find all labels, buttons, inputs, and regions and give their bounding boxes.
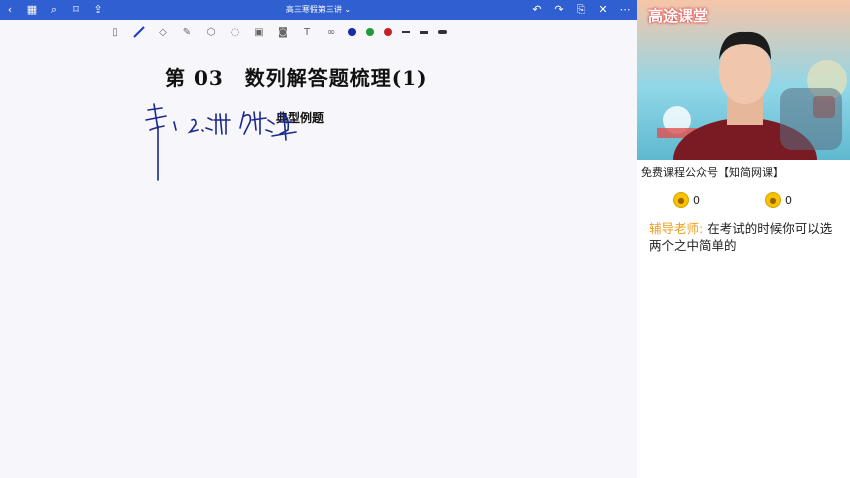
chat-author: 辅导老师: <box>649 221 704 236</box>
close-icon[interactable]: ✕ <box>597 4 609 16</box>
chevron-down-icon: ⌄ <box>344 5 352 14</box>
image-icon[interactable]: ▣ <box>252 25 266 39</box>
text-icon[interactable]: T <box>300 25 314 39</box>
camera-icon[interactable]: ◙ <box>276 25 290 39</box>
coin-icon: ● <box>673 192 689 208</box>
chat-message: 辅导老师: 在考试的时候你可以选两个之中简单的 <box>649 220 839 254</box>
highlighter-icon[interactable]: ✎ <box>180 25 194 39</box>
coin-count: 0 <box>693 193 700 207</box>
color-green-swatch[interactable] <box>366 28 374 36</box>
lasso-icon[interactable]: ◌ <box>228 25 242 39</box>
floating-control-button[interactable] <box>780 88 842 150</box>
share-icon[interactable]: ⇪ <box>92 4 104 16</box>
export-icon[interactable]: ⎘ <box>575 4 587 16</box>
link-icon[interactable]: ∞ <box>324 25 338 39</box>
coin-counter-left: ● 0 <box>673 192 700 208</box>
search-icon[interactable]: ⌕ <box>48 4 60 16</box>
back-icon[interactable]: ‹ <box>4 4 16 16</box>
redo-icon[interactable]: ↷ <box>553 4 565 16</box>
drawing-toolbar: ▯ ◇ ✎ ⬡ ◌ ▣ ◙ T ∞ <box>108 24 447 40</box>
bookmark-icon[interactable]: ⌑ <box>70 4 82 16</box>
handwriting-annotation <box>145 103 297 181</box>
stroke-thick-option[interactable] <box>438 30 447 34</box>
shapes-icon[interactable]: ⬡ <box>204 25 218 39</box>
color-red-swatch[interactable] <box>384 28 392 36</box>
lecture-heading: 第 03 数列解答题梳理(1) <box>165 66 428 90</box>
top-bar: ‹ ▦ ⌕ ⌑ ⇪ 高三寒假第三讲 ⌄ ↶ ↷ ⎘ ✕ ⋯ <box>0 0 637 20</box>
promo-banner: 免费课程公众号【知简网课】 <box>641 166 784 179</box>
grid-icon[interactable]: ▦ <box>26 4 38 16</box>
document-title-text: 高三寒假第三讲 <box>285 5 342 14</box>
stroke-thin-option[interactable] <box>402 31 410 33</box>
eraser-icon[interactable]: ◇ <box>156 25 170 39</box>
top-bar-right: ↶ ↷ ⎘ ✕ ⋯ <box>531 0 631 20</box>
coin-counter-right: ● 0 <box>765 192 792 208</box>
brand-logo: 高途课堂 <box>648 7 709 25</box>
undo-icon[interactable]: ↶ <box>531 4 543 16</box>
stroke-medium-option[interactable] <box>420 30 428 34</box>
top-bar-left: ‹ ▦ ⌕ ⌑ ⇪ <box>4 0 104 20</box>
pen-icon[interactable] <box>132 25 146 39</box>
coin-icon: ● <box>765 192 781 208</box>
color-blue-swatch[interactable] <box>348 28 356 36</box>
coin-count: 0 <box>785 193 792 207</box>
reader-mode-icon[interactable]: ▯ <box>108 25 122 39</box>
side-panel: 免费课程公众号【知简网课】 ● 0 ● 0 辅导老师: 在考试的时候你可以选两个… <box>637 160 850 478</box>
more-icon[interactable]: ⋯ <box>619 4 631 16</box>
